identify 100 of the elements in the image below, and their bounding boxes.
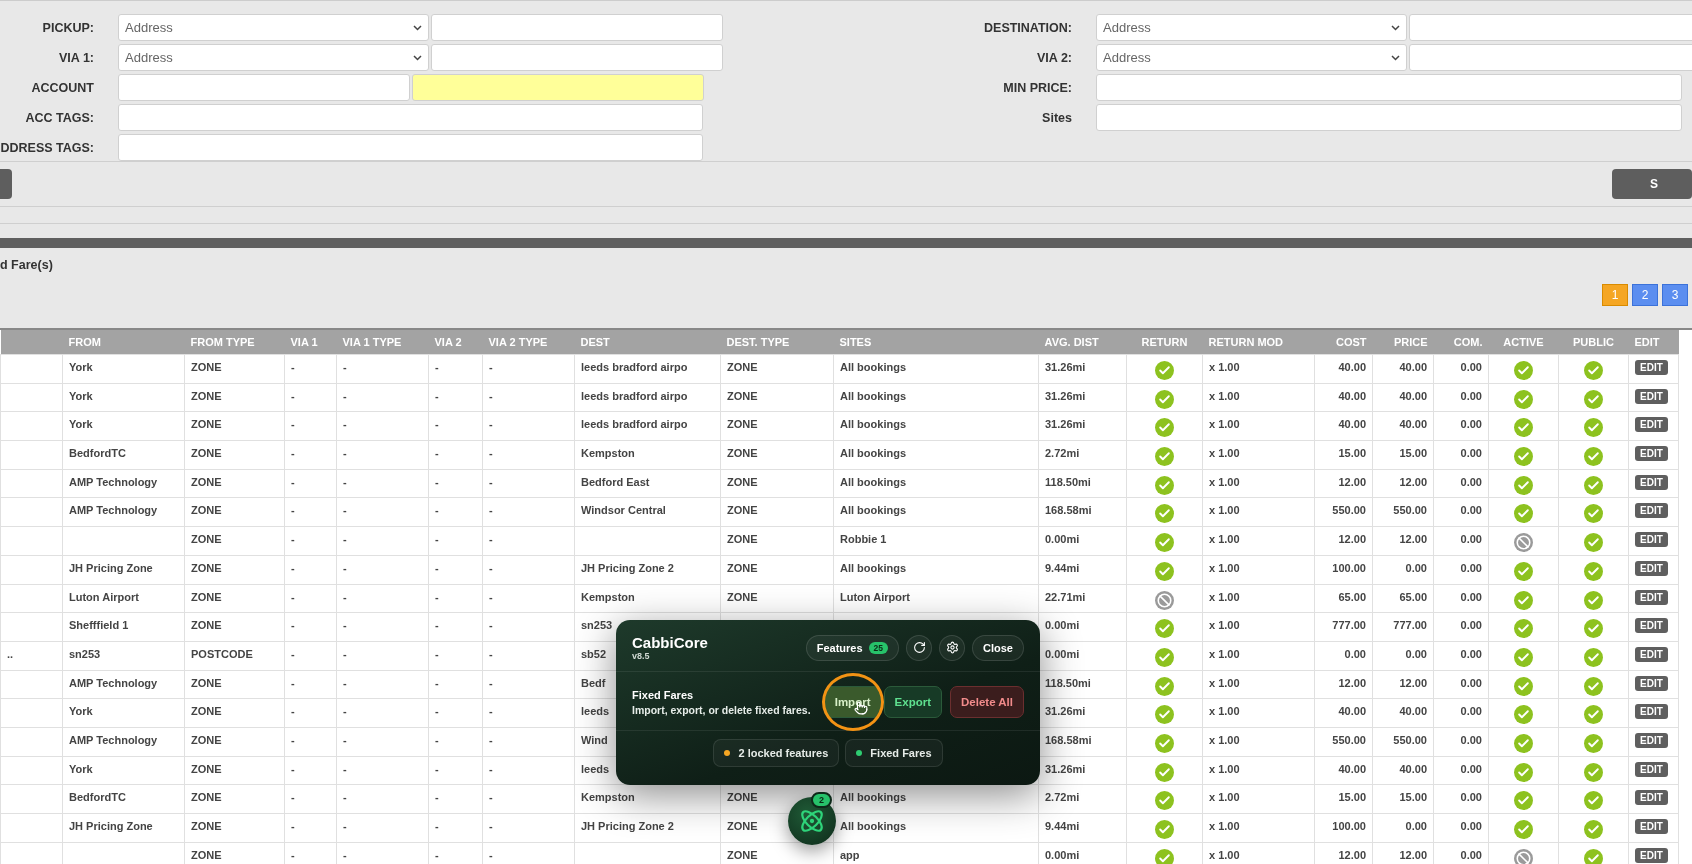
table-cell: ZONE (191, 361, 222, 373)
table-cell: 12.00 (1338, 848, 1366, 861)
edit-button[interactable]: EDIT (1635, 474, 1668, 490)
address-input[interactable] (431, 44, 723, 71)
edit-button[interactable]: EDIT (1635, 790, 1668, 806)
table-cell: - (343, 762, 347, 775)
table-cell: - (489, 820, 493, 832)
table-cell: All bookings (840, 791, 906, 804)
column-header: RETURN (1126, 330, 1203, 355)
table-cell: - (343, 676, 347, 689)
table-cell: - (489, 475, 493, 488)
table-cell: ZONE (191, 533, 222, 546)
edit-button[interactable]: EDIT (1635, 847, 1668, 863)
filter-button[interactable] (0, 169, 12, 199)
table-cell: 0.00 (1460, 705, 1482, 718)
address-input[interactable] (431, 14, 723, 41)
table-cell: ZONE (191, 475, 222, 488)
table-cell: x 1.00 (1209, 848, 1240, 861)
table-cell: 31.26mi (1045, 418, 1086, 431)
edit-button[interactable]: EDIT (1635, 646, 1668, 662)
edit-button[interactable]: EDIT (1635, 589, 1668, 605)
table-cell: 22.71mi (1045, 590, 1086, 603)
field-label: MIN PRICE: (1002, 80, 1072, 95)
table-cell: - (435, 705, 439, 718)
table-cell: 0.00 (1460, 590, 1482, 603)
text-field[interactable] (1096, 74, 1682, 101)
text-field[interactable] (118, 104, 703, 131)
edit-button[interactable]: EDIT (1635, 618, 1668, 634)
edit-button[interactable]: EDIT (1635, 532, 1668, 548)
table-cell: ZONE (191, 705, 222, 718)
search-button[interactable]: S (1612, 169, 1692, 199)
column-header: VIA 2 TYPE (482, 330, 575, 355)
table-cell: - (489, 733, 493, 746)
table-cell: 65.00 (1338, 590, 1366, 603)
table-cell: ZONE (191, 619, 222, 632)
table-cell: 0.00 (1460, 820, 1482, 832)
column-header: ACTIVE (1488, 330, 1559, 355)
edit-button[interactable]: EDIT (1635, 704, 1668, 720)
table-cell: x 1.00 (1209, 619, 1240, 632)
refresh-button[interactable] (906, 634, 933, 661)
address-select[interactable]: Address (1096, 14, 1407, 41)
table-cell: - (435, 418, 439, 431)
edit-button[interactable]: EDIT (1635, 417, 1668, 433)
column-header: FROM TYPE (184, 330, 285, 355)
table-cell: Bedford East (581, 475, 650, 488)
text-field[interactable] (118, 134, 703, 161)
field-label: ACC TAGS: (24, 110, 94, 125)
edit-button[interactable]: EDIT (1635, 761, 1668, 777)
table-cell: - (343, 619, 347, 632)
table-cell: 40.00 (1399, 389, 1427, 402)
table-cell: 12.00 (1338, 475, 1366, 488)
table-cell: 31.26mi (1045, 705, 1086, 718)
table-cell: 0.00mi (1045, 533, 1080, 546)
table-cell: - (489, 533, 493, 546)
address-select[interactable]: Address (1096, 44, 1407, 71)
table-cell: leeds (581, 762, 610, 775)
address-select[interactable]: Address (118, 14, 429, 41)
table-cell: - (291, 447, 295, 460)
edit-button[interactable]: EDIT (1635, 732, 1668, 748)
edit-button[interactable]: EDIT (1635, 360, 1668, 375)
edit-button[interactable]: EDIT (1635, 503, 1668, 519)
account-input[interactable] (118, 74, 410, 101)
delete-button[interactable]: Delete All (950, 686, 1024, 718)
edit-button[interactable]: EDIT (1635, 819, 1668, 834)
table-cell: 9.44mi (1045, 561, 1080, 574)
address-select[interactable]: Address (118, 44, 429, 71)
settings-button[interactable] (939, 634, 966, 661)
address-input[interactable] (1409, 14, 1692, 41)
table-cell: - (291, 733, 295, 746)
table-cell: ZONE (191, 447, 222, 460)
table-cell: 777.00 (1332, 619, 1366, 632)
table-cell: ZONE (727, 418, 758, 431)
text-field[interactable] (1096, 104, 1682, 131)
table-cell: 15.00 (1399, 791, 1427, 804)
edit-button[interactable]: EDIT (1635, 446, 1668, 462)
edit-button[interactable]: EDIT (1635, 388, 1668, 404)
table-cell: x 1.00 (1209, 762, 1240, 775)
features-button[interactable]: Features 25 (805, 634, 900, 661)
table-cell: ZONE (727, 561, 758, 574)
account-name-field[interactable] (412, 74, 704, 101)
status-chip: Fixed Fares (845, 739, 943, 767)
table-cell: - (291, 791, 295, 804)
table-cell: Luton Airport (840, 590, 910, 603)
address-input[interactable] (1409, 44, 1692, 71)
page-button[interactable]: 3 (1662, 284, 1688, 306)
table-cell: - (343, 647, 347, 660)
edit-button[interactable]: EDIT (1635, 675, 1668, 691)
import-button[interactable]: Import (823, 686, 882, 718)
close-button[interactable]: Close (972, 634, 1024, 661)
edit-button[interactable]: EDIT (1635, 560, 1668, 576)
table-cell: - (291, 561, 295, 574)
table-cell: - (291, 418, 295, 431)
table-cell: - (291, 590, 295, 603)
table-cell: 0.00 (1460, 389, 1482, 402)
export-button[interactable]: Export (883, 686, 942, 718)
table-cell: x 1.00 (1209, 733, 1240, 746)
table-cell: x 1.00 (1209, 504, 1240, 517)
table-cell: - (489, 762, 493, 775)
table-cell: JH Pricing Zone 2 (581, 820, 674, 832)
page-button[interactable]: 2 (1632, 284, 1658, 306)
